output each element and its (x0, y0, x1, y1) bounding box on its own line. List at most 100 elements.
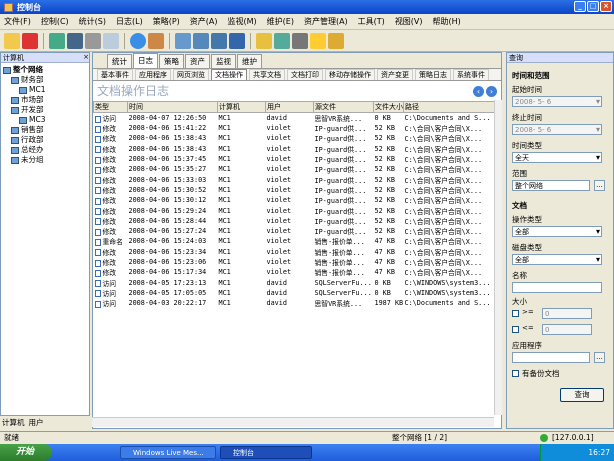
table-row[interactable]: 修改 2008-04-06 15:30:12 MC1 violet IP-guard供.… (94, 195, 500, 205)
table-row[interactable]: 修改 2008-04-06 15:28:44 MC1 violet IP-guard供.… (94, 216, 500, 226)
menu-item[interactable]: 文件(F) (4, 16, 31, 27)
taskbar-item-messenger[interactable]: Windows Live Mes... (120, 446, 216, 459)
screen-icon[interactable] (211, 32, 227, 49)
log-type-tab[interactable]: 文档操作 (211, 69, 247, 80)
log-type-tab[interactable]: 资产变更 (377, 69, 413, 80)
main-tab[interactable]: 资产 (185, 54, 210, 68)
save-icon[interactable] (67, 32, 83, 49)
column-header[interactable]: 类型 (93, 101, 128, 113)
size-le-input[interactable]: 0 (542, 324, 592, 335)
table-row[interactable]: 修改 2008-04-06 15:37:45 MC1 violet IP-guard供.… (94, 154, 500, 164)
log-type-tab[interactable]: 移动存储操作 (325, 69, 375, 80)
tree-node[interactable]: 财务部 (3, 75, 87, 85)
menu-item[interactable]: 日志(L) (116, 16, 143, 27)
menu-item[interactable]: 视图(V) (395, 16, 423, 27)
table-row[interactable]: 访问 2008-04-07 12:26:50 MC1 david 思智VR系统... 0 … (94, 113, 500, 123)
log-type-tab[interactable]: 网页浏览 (173, 69, 209, 80)
column-header[interactable]: 文件大小 (373, 101, 404, 113)
tree-node[interactable]: 整个网络 (3, 65, 87, 75)
column-header[interactable]: 路径 (403, 101, 500, 113)
globe-icon[interactable] (130, 32, 146, 49)
table-row[interactable]: 修改 2008-04-06 15:29:24 MC1 violet IP-guard供.… (94, 205, 500, 216)
table-row[interactable]: 访问 2008-04-03 20:22:17 MC1 david 思智VR系统... 19… (94, 298, 500, 308)
tab-computer[interactable]: 计算机 (2, 417, 25, 428)
forward-icon[interactable]: › (486, 85, 497, 97)
tree-node[interactable]: MC3 (3, 115, 87, 125)
monitor-icon[interactable] (193, 32, 209, 49)
backup-checkbox[interactable] (512, 370, 519, 377)
column-header[interactable]: 计算机 (217, 101, 266, 113)
time-type-select[interactable]: 全天 (512, 152, 602, 163)
op-type-select[interactable]: 全部 (512, 226, 602, 237)
paint-icon[interactable] (148, 32, 164, 49)
menu-item[interactable]: 工具(T) (358, 16, 385, 27)
minimize-button[interactable]: _ (574, 1, 586, 12)
column-header[interactable]: 源文件 (313, 101, 374, 113)
table-row[interactable]: 修改 2008-04-06 15:23:34 MC1 violet 销售-报价单... 4… (94, 247, 500, 257)
taskbar-item-console[interactable]: 控制台 (220, 446, 312, 459)
log-type-tab[interactable]: 策略日志 (415, 69, 451, 80)
tab-user[interactable]: 用户 (29, 417, 44, 428)
menu-item[interactable]: 资产管理(A) (304, 16, 348, 27)
window-icon[interactable] (175, 32, 191, 49)
range-field[interactable]: 整个网络 (512, 180, 590, 191)
main-tab[interactable]: 统计 (107, 54, 132, 68)
main-tab[interactable]: 维护 (237, 54, 262, 68)
table-row[interactable]: 修改 2008-04-06 15:30:52 MC1 violet IP-guard供.… (94, 185, 500, 195)
log-type-tab[interactable]: 应用程序 (135, 69, 171, 80)
log-type-tab[interactable]: 基本事件 (97, 69, 133, 80)
table-row[interactable]: 修改 2008-04-06 15:27:24 MC1 violet IP-guard供.… (94, 226, 500, 236)
message-icon[interactable] (274, 32, 290, 49)
new-icon[interactable] (4, 32, 20, 49)
log-type-tab[interactable]: 系统事件 (453, 69, 489, 80)
table-row[interactable]: 重命名 2008-04-06 15:24:03 MC1 violet 销售-报价单...… (94, 236, 500, 246)
menu-item[interactable]: 控制(C) (41, 16, 69, 27)
table-row[interactable]: 修改 2008-04-06 15:38:43 MC1 violet IP-guard供.… (94, 144, 500, 154)
log-type-tab[interactable]: 文档打印 (287, 69, 323, 80)
table-row[interactable]: 修改 2008-04-06 15:23:06 MC1 violet 销售-报价单... 4… (94, 257, 500, 267)
end-time-field[interactable]: 2008- 5- 6 (512, 124, 602, 135)
name-input[interactable] (512, 282, 602, 293)
table-row[interactable]: 访问 2008-04-05 17:23:13 MC1 david SQLServerFu… (94, 277, 500, 288)
warning-icon[interactable] (310, 32, 326, 49)
column-header[interactable]: 时间 (127, 101, 218, 113)
search-button[interactable]: 查询 (560, 388, 604, 402)
log-type-tab[interactable]: 共享文档 (249, 69, 285, 80)
table-row[interactable]: 修改 2008-04-06 15:33:03 MC1 violet IP-guard供.… (94, 174, 500, 185)
tree-node[interactable]: 行政部 (3, 135, 87, 145)
size-ge-checkbox[interactable] (512, 310, 519, 317)
drive-icon[interactable] (292, 32, 308, 49)
main-tab[interactable]: 监视 (211, 54, 236, 68)
import-icon[interactable] (49, 32, 65, 49)
size-ge-input[interactable]: 0 (542, 308, 592, 319)
tree-node[interactable]: 市场部 (3, 95, 87, 105)
table-row[interactable]: 修改 2008-04-06 15:38:43 MC1 violet IP-guard供.… (94, 133, 500, 143)
close-button[interactable]: × (600, 1, 612, 12)
table-row[interactable]: 修改 2008-04-06 15:35:27 MC1 violet IP-guard供.… (94, 164, 500, 174)
main-tab[interactable]: 日志 (133, 53, 158, 68)
column-header[interactable]: 用户 (265, 101, 314, 113)
close-icon[interactable]: × (83, 53, 89, 62)
app-input[interactable] (512, 352, 590, 363)
tree-node[interactable]: 总经办 (3, 145, 87, 155)
menu-item[interactable]: 策略(P) (153, 16, 180, 27)
table-row[interactable]: 修改 2008-04-06 15:41:22 MC1 violet IP-guard供.… (94, 123, 500, 133)
tree-node[interactable]: MC1 (3, 85, 87, 95)
menu-item[interactable]: 资产(A) (190, 16, 218, 27)
tree-node[interactable]: 未分组 (3, 155, 87, 165)
disk-type-select[interactable]: 全部 (512, 254, 602, 265)
tree-node[interactable]: 销售部 (3, 125, 87, 135)
main-tab[interactable]: 策略 (159, 54, 184, 68)
preview-icon[interactable] (103, 32, 119, 49)
delete-icon[interactable] (22, 32, 38, 49)
menu-item[interactable]: 监视(M) (228, 16, 257, 27)
desktop-icon[interactable] (229, 32, 245, 49)
chat-icon[interactable] (256, 32, 272, 49)
menu-item[interactable]: 维护(E) (267, 16, 294, 27)
menu-item[interactable]: 帮助(H) (433, 16, 461, 27)
table-row[interactable]: 访问 2008-04-05 17:05:05 MC1 david SQLServerFu… (94, 288, 500, 298)
app-browse-button[interactable]: ... (594, 352, 605, 363)
horizontal-scrollbar[interactable] (92, 417, 494, 427)
size-le-checkbox[interactable] (512, 326, 519, 333)
print-icon[interactable] (85, 32, 101, 49)
